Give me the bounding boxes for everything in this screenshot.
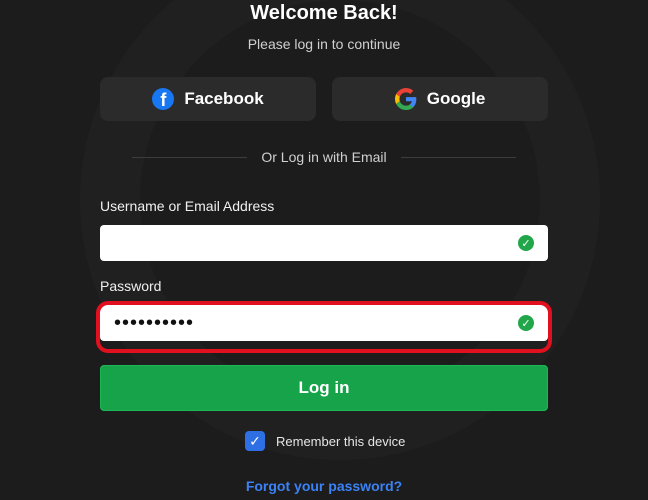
facebook-login-button[interactable]: f Facebook [100, 77, 316, 121]
forgot-password-link[interactable]: Forgot your password? [100, 478, 548, 494]
email-divider: Or Log in with Email [132, 149, 516, 165]
check-circle-icon: ✓ [518, 315, 534, 331]
password-label: Password [100, 278, 162, 294]
check-circle-icon: ✓ [518, 235, 534, 251]
remember-device[interactable]: ✓ Remember this device [245, 431, 405, 451]
divider-line-left [132, 156, 248, 158]
google-label: Google [426, 89, 486, 108]
facebook-icon: f [152, 88, 175, 110]
page-subtitle: Please log in to continue [247, 36, 401, 52]
password-field[interactable]: •••••••••• ✓ [100, 305, 548, 341]
google-icon [394, 88, 417, 110]
google-login-button[interactable]: Google [332, 77, 548, 121]
divider-text: Or Log in with Email [261, 149, 387, 165]
page-title: Welcome Back! [250, 2, 398, 24]
password-value: •••••••••• [114, 311, 195, 334]
divider-line-right [400, 156, 516, 158]
remember-label: Remember this device [276, 433, 406, 449]
username-field[interactable]: ✓ [100, 225, 548, 261]
facebook-label: Facebook [184, 89, 264, 108]
username-label: Username or Email Address [100, 198, 275, 214]
remember-checkbox[interactable]: ✓ [245, 431, 265, 451]
login-button[interactable]: Log in [100, 365, 548, 411]
